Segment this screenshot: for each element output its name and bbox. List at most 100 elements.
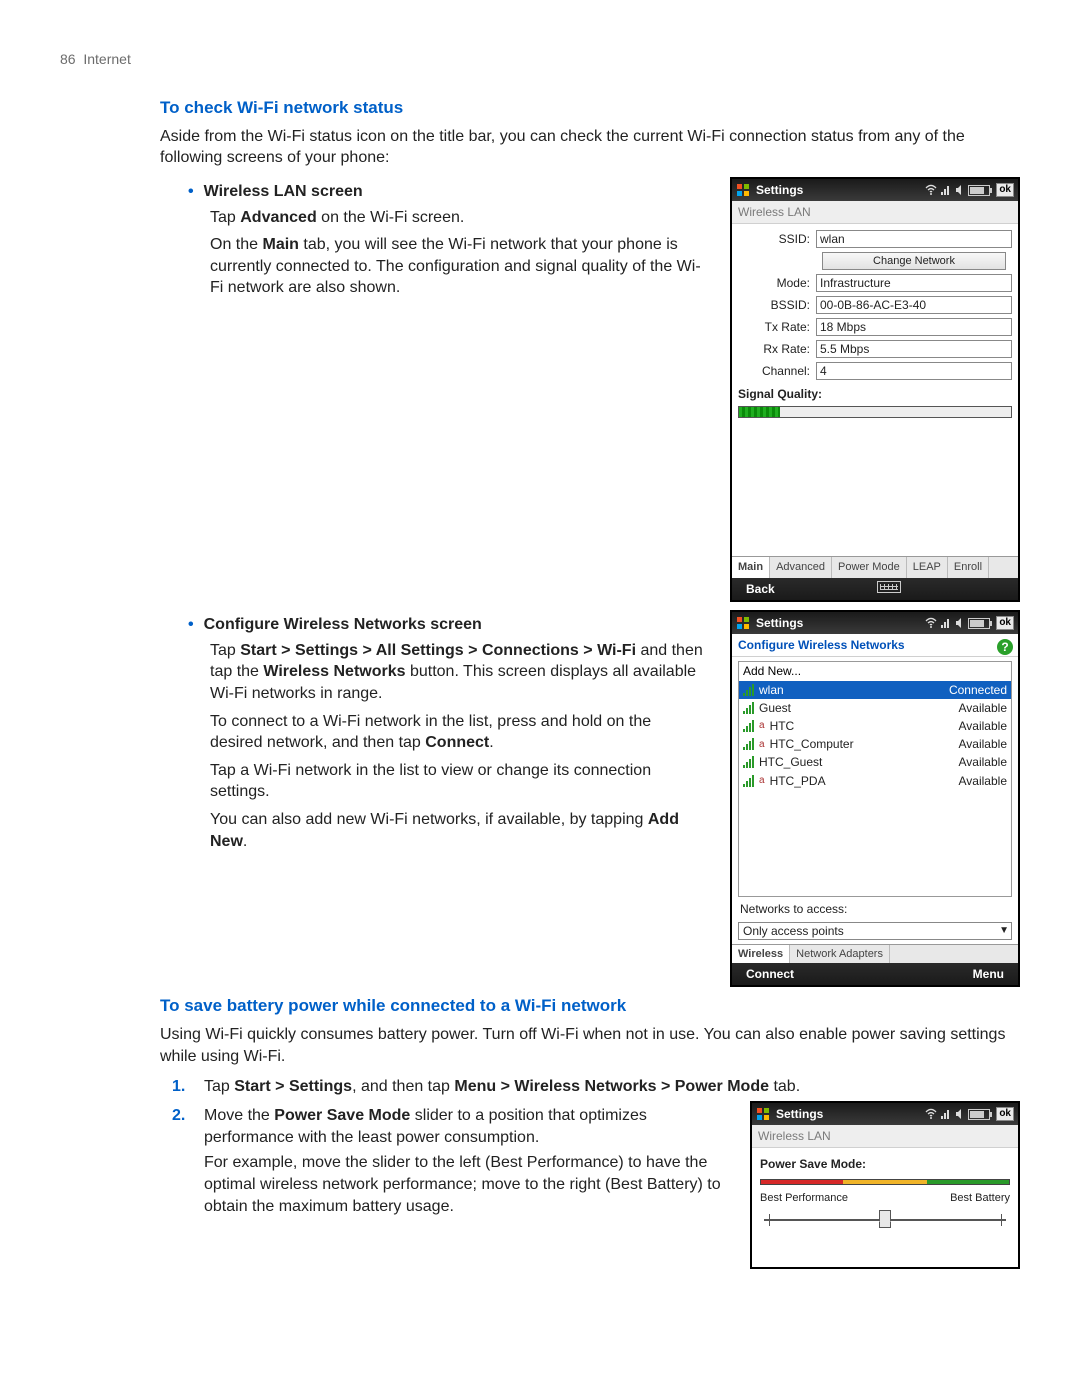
b2-p4: You can also add new Wi-Fi networks, if … [210, 809, 708, 852]
status-icons [925, 617, 990, 629]
rxrate-label: Rx Rate: [738, 341, 816, 357]
tab-strip: Wireless Network Adapters [732, 944, 1018, 964]
step-number: 1. [172, 1076, 194, 1098]
signal-bars-icon [743, 756, 755, 768]
keyboard-icon[interactable] [877, 581, 901, 593]
page-header: 86 Internet [60, 50, 1020, 69]
window-title: Settings [776, 1106, 823, 1122]
titlebar: Settings ok [732, 179, 1018, 201]
signal-quality-bar [738, 406, 1012, 418]
signal-icon [940, 617, 952, 629]
tab-network-adapters[interactable]: Network Adapters [790, 945, 890, 964]
start-icon[interactable] [756, 1107, 770, 1121]
tab-wireless[interactable]: Wireless [732, 945, 790, 964]
network-status: Available [959, 754, 1007, 770]
channel-label: Channel: [738, 363, 816, 379]
networks-to-access-combo[interactable]: Only access points ▼ [738, 922, 1012, 940]
ok-button[interactable]: ok [996, 616, 1014, 630]
step-number: 2. [172, 1105, 194, 1127]
step-2: Move the Power Save Mode slider to a pos… [204, 1105, 728, 1148]
network-list[interactable]: Add New... wlanConnectedGuestAvailableaH… [738, 661, 1012, 897]
txrate-field: 18 Mbps [816, 318, 1012, 336]
change-network-button[interactable]: Change Network [822, 252, 1006, 270]
ssid-field[interactable]: wlan [816, 230, 1012, 248]
signal-bars-icon [743, 775, 755, 787]
tab-leap[interactable]: LEAP [907, 557, 948, 578]
window-title: Settings [756, 615, 803, 631]
power-save-slider[interactable] [764, 1219, 1006, 1221]
wifi-icon [925, 617, 937, 629]
bssid-field: 00-0B-86-AC-E3-40 [816, 296, 1012, 314]
slider-thumb[interactable] [879, 1210, 891, 1228]
tab-enroll[interactable]: Enroll [948, 557, 989, 578]
wifi-icon [925, 184, 937, 196]
subheader-wireless-lan: Wireless LAN [732, 201, 1018, 224]
b1-p2: On the Main tab, you will see the Wi-Fi … [210, 234, 708, 299]
wifi-icon [925, 1108, 937, 1120]
bullet-dot-icon: • [188, 181, 194, 203]
lock-icon: a [759, 719, 765, 733]
speaker-icon [955, 1108, 965, 1120]
mode-label: Mode: [738, 275, 816, 291]
tab-advanced[interactable]: Advanced [770, 557, 832, 578]
ok-button[interactable]: ok [996, 183, 1014, 197]
ok-button[interactable]: ok [996, 1107, 1014, 1121]
intro-para: Aside from the Wi-Fi status icon on the … [160, 126, 1020, 169]
b1-p1: Tap Advanced on the Wi-Fi screen. [210, 207, 708, 229]
power-save-mode-label: Power Save Mode: [760, 1156, 1010, 1172]
network-status: Connected [949, 682, 1007, 698]
ssid-label: SSID: [738, 231, 816, 247]
softkey-connect[interactable]: Connect [746, 966, 794, 982]
network-row[interactable]: GuestAvailable [739, 699, 1011, 717]
battery-icon [968, 618, 990, 629]
network-status: Available [959, 700, 1007, 716]
power-gradient-bar [760, 1179, 1010, 1185]
channel-field: 4 [816, 362, 1012, 380]
titlebar: Settings ok [732, 612, 1018, 634]
signal-quality-label: Signal Quality: [732, 386, 1018, 404]
network-name: wlan [759, 682, 945, 698]
signal-bars-icon [743, 702, 755, 714]
titlebar: Settings ok [752, 1103, 1018, 1125]
b2-p2: To connect to a Wi-Fi network in the lis… [210, 711, 708, 754]
tab-main[interactable]: Main [732, 557, 770, 578]
speaker-icon [955, 617, 965, 629]
tab-power-mode[interactable]: Power Mode [832, 557, 907, 578]
networks-to-access-label: Networks to access: [732, 899, 1018, 919]
network-row[interactable]: aHTCAvailable [739, 717, 1011, 735]
best-battery-label: Best Battery [950, 1191, 1010, 1206]
signal-icon [940, 1108, 952, 1120]
start-icon[interactable] [736, 616, 750, 630]
softkey-back[interactable]: Back [746, 581, 775, 597]
network-status: Available [959, 718, 1007, 734]
s2-intro: Using Wi-Fi quickly consumes battery pow… [160, 1024, 1020, 1067]
signal-bars-icon [743, 738, 755, 750]
network-row[interactable]: aHTC_PDAAvailable [739, 772, 1011, 790]
network-status: Available [959, 736, 1007, 752]
step-2-note: For example, move the slider to the left… [204, 1152, 728, 1217]
subheader-configure: Configure Wireless Networks [732, 634, 1018, 657]
signal-bars-icon [743, 684, 755, 696]
bullet-head-wlan-screen: Wireless LAN screen [204, 181, 708, 203]
subheader-wireless-lan: Wireless LAN [752, 1125, 1018, 1148]
bottom-bar: Back [732, 578, 1018, 600]
b2-p3: Tap a Wi-Fi network in the list to view … [210, 760, 708, 803]
status-icons [925, 184, 990, 196]
signal-bars-icon [743, 720, 755, 732]
section-name: Internet [83, 51, 130, 67]
section-title-check-wifi: To check Wi-Fi network status [160, 97, 1020, 120]
network-name: Guest [759, 700, 955, 716]
network-row[interactable]: HTC_GuestAvailable [739, 753, 1011, 771]
add-new-item[interactable]: Add New... [739, 662, 1011, 680]
txrate-label: Tx Rate: [738, 319, 816, 335]
start-icon[interactable] [736, 183, 750, 197]
mode-field: Infrastructure [816, 274, 1012, 292]
battery-icon [968, 1109, 990, 1120]
tab-strip: Main Advanced Power Mode LEAP Enroll [732, 556, 1018, 578]
battery-icon [968, 185, 990, 196]
softkey-menu[interactable]: Menu [973, 966, 1004, 982]
b2-p1: Tap Start > Settings > All Settings > Co… [210, 640, 708, 705]
best-performance-label: Best Performance [760, 1191, 848, 1206]
network-row[interactable]: wlanConnected [739, 681, 1011, 699]
network-row[interactable]: aHTC_ComputerAvailable [739, 735, 1011, 753]
